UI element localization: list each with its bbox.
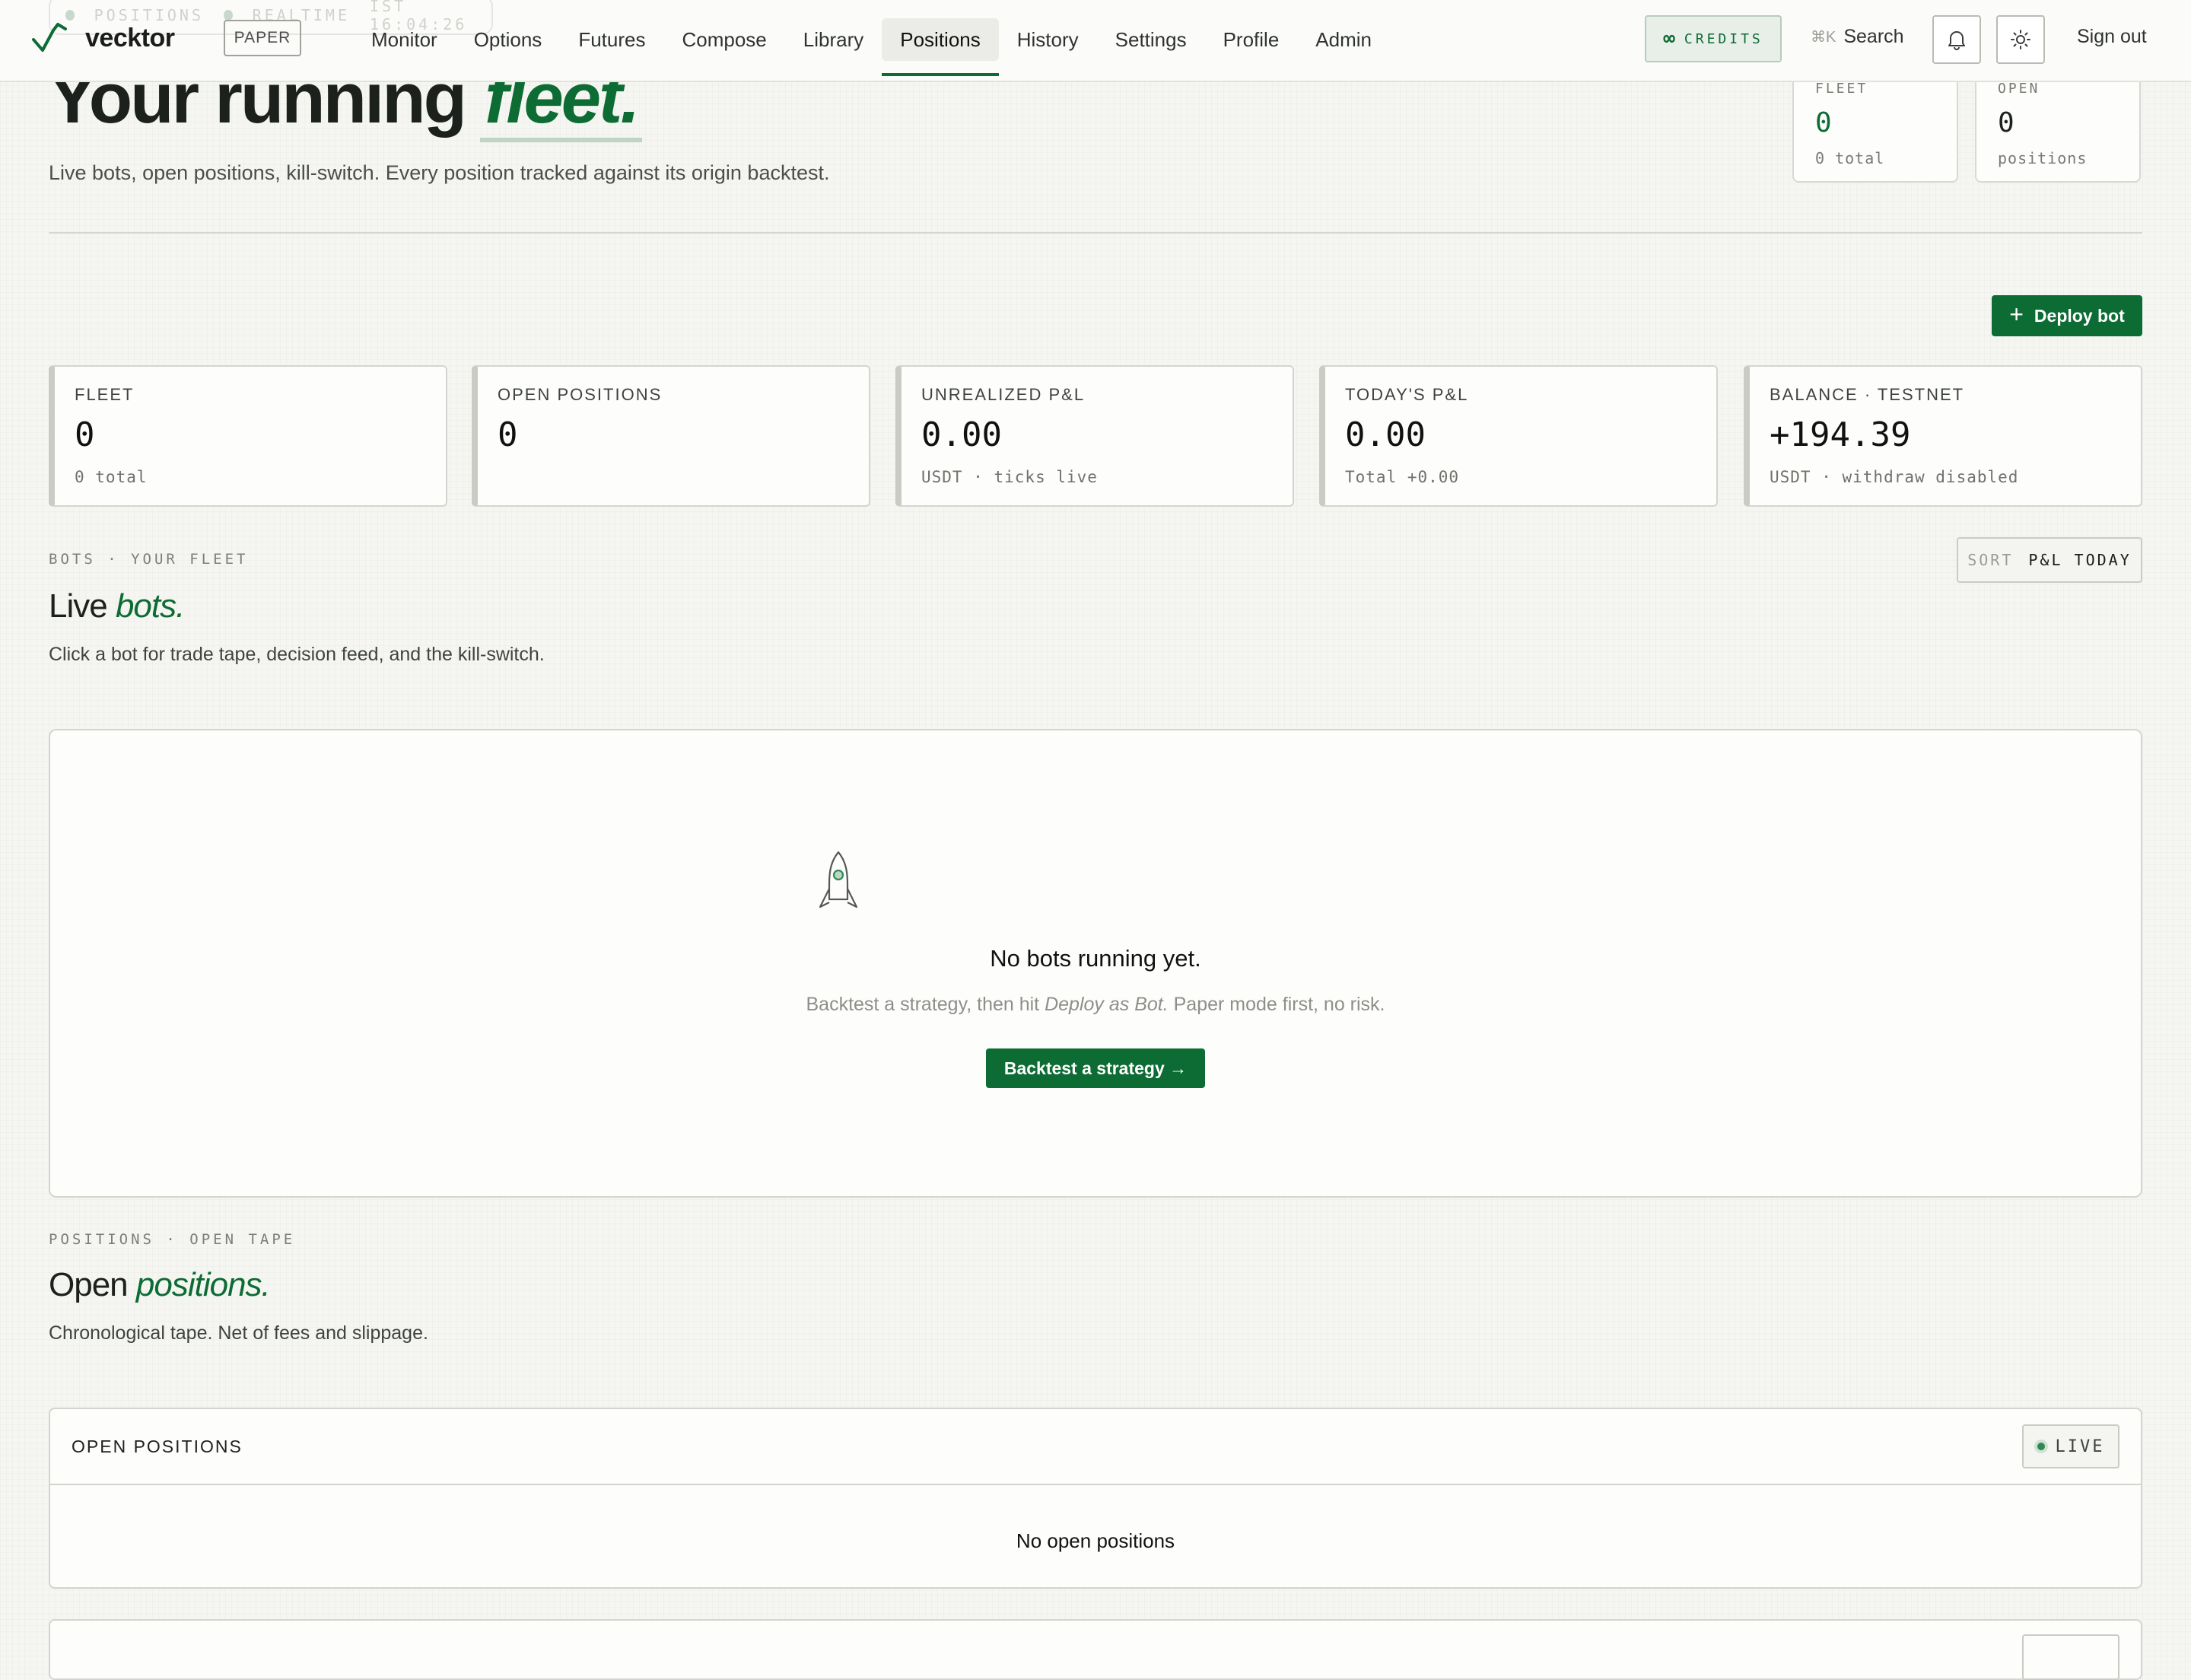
stat-balance: BALANCE · TESTNET +194.39 USDT · withdra…	[1744, 365, 2142, 507]
stat-sub: USDT · withdraw disabled	[1770, 468, 2019, 486]
nav-history[interactable]: History	[999, 18, 1097, 61]
stat-todays-pnl: TODAY'S P&L 0.00 Total +0.00	[1319, 365, 1718, 507]
stat-label: FLEET	[75, 385, 135, 404]
sort-value: P&L TODAY	[2028, 551, 2132, 569]
stat-sub: Total +0.00	[1345, 468, 1460, 486]
hero-fleet-label: FLEET	[1815, 81, 1868, 97]
stat-label: UNREALIZED P&L	[921, 385, 1086, 404]
deploy-bot-button[interactable]: + Deploy bot	[1992, 295, 2142, 336]
nav-admin[interactable]: Admin	[1297, 18, 1390, 61]
live-label: LIVE	[2055, 1437, 2105, 1456]
theme-toggle-button[interactable]	[1996, 15, 2045, 64]
bots-subtitle: Click a bot for trade tape, decision fee…	[49, 644, 545, 665]
brand-logo[interactable]: vecktor	[32, 21, 175, 55]
sun-icon	[2011, 30, 2030, 49]
bots-kicker: BOTS · YOUR FLEET	[49, 551, 249, 568]
bots-title-prefix: Live	[49, 587, 108, 625]
infinity-icon: ∞	[1663, 27, 1675, 50]
stat-label: OPEN POSITIONS	[498, 385, 663, 404]
next-panel	[49, 1619, 2142, 1680]
positions-title-accent: positions.	[135, 1266, 271, 1303]
nav-futures[interactable]: Futures	[560, 18, 663, 61]
live-dot-icon	[2037, 1443, 2045, 1450]
top-nav: POSITIONS REALTIME IST 16:04:26 vecktor …	[0, 0, 2191, 82]
table-header: OPEN POSITIONS LIVE	[50, 1409, 2141, 1485]
nav-links: Monitor Options Futures Compose Library …	[353, 18, 1390, 76]
positions-subtitle: Chronological tape. Net of fees and slip…	[49, 1322, 428, 1344]
nav-compose[interactable]: Compose	[663, 18, 784, 61]
open-positions-table: OPEN POSITIONS LIVE No open positions	[49, 1408, 2142, 1589]
sort-label: SORT	[1967, 551, 2014, 569]
deploy-bot-label: Deploy bot	[2034, 305, 2125, 326]
positions-title-prefix: Open	[49, 1266, 129, 1303]
hero-open-card: OPEN 0 positions	[1975, 73, 2141, 183]
table-title: OPEN POSITIONS	[72, 1437, 243, 1456]
hero-divider	[49, 232, 2142, 234]
stat-unrealized-pnl: UNREALIZED P&L 0.00 USDT · ticks live	[895, 365, 1294, 507]
rocket-icon	[819, 851, 858, 908]
bell-icon	[1948, 31, 1965, 50]
plus-icon: +	[2009, 300, 2024, 328]
stat-value: 0.00	[921, 415, 1002, 454]
backtest-strategy-button[interactable]: Backtest a strategy →	[986, 1048, 1205, 1088]
hero-fleet-sub: 0 total	[1815, 149, 1885, 167]
stat-sub: USDT · ticks live	[921, 468, 1098, 486]
stat-value: 0	[498, 415, 518, 454]
hero-open-value: 0	[1998, 107, 2015, 138]
paper-mode-badge: PAPER	[224, 20, 301, 56]
sort-button[interactable]: SORT P&L TODAY	[1957, 537, 2142, 583]
bots-empty-subtitle: Backtest a strategy, then hit Deploy as …	[0, 994, 2191, 1016]
search-label: Search	[1843, 26, 1904, 47]
page-subtitle: Live bots, open positions, kill-switch. …	[49, 161, 830, 184]
next-panel-button[interactable]	[2022, 1634, 2119, 1680]
live-badge[interactable]: LIVE	[2022, 1424, 2119, 1468]
bots-title: Live bots.	[49, 587, 185, 625]
hero-fleet-card: FLEET 0 0 total	[1792, 73, 1958, 183]
notifications-button[interactable]	[1932, 15, 1981, 64]
nav-options[interactable]: Options	[456, 18, 561, 61]
hero-open-label: OPEN	[1998, 81, 2040, 97]
sign-out-link[interactable]: Sign out	[2077, 26, 2147, 48]
credits-button[interactable]: ∞ CREDITS	[1645, 15, 1782, 62]
stat-open-positions: OPEN POSITIONS 0	[472, 365, 870, 507]
search-button[interactable]: ⌘K Search	[1811, 26, 1904, 48]
realtime-dot-icon	[224, 10, 233, 21]
stat-value: 0	[75, 415, 95, 454]
search-shortcut: ⌘K	[1811, 29, 1836, 46]
brand-name: vecktor	[85, 23, 175, 52]
nav-monitor[interactable]: Monitor	[353, 18, 456, 61]
stat-label: TODAY'S P&L	[1345, 385, 1469, 404]
nav-positions[interactable]: Positions	[882, 18, 999, 76]
stat-sub: 0 total	[75, 468, 148, 486]
stat-label: BALANCE · TESTNET	[1770, 385, 1965, 404]
status-dot-icon	[65, 10, 75, 21]
hero-fleet-value: 0	[1815, 107, 1832, 138]
stat-fleet: FLEET 0 0 total	[49, 365, 447, 507]
bots-empty-title: No bots running yet.	[990, 945, 1201, 972]
nav-settings[interactable]: Settings	[1097, 18, 1205, 61]
stat-value: 0.00	[1345, 415, 1426, 454]
positions-title: Open positions.	[49, 1266, 271, 1304]
hero-open-sub: positions	[1998, 149, 2088, 167]
bots-empty-sub-after: Paper mode first, no risk.	[1173, 994, 1385, 1015]
table-empty-state: No open positions	[1016, 1529, 1175, 1552]
checkmark-logo-icon	[32, 23, 67, 52]
positions-kicker: POSITIONS · OPEN TAPE	[49, 1231, 296, 1248]
bots-empty-sub-em: Deploy as Bot.	[1045, 994, 1169, 1015]
stat-value: +194.39	[1770, 415, 1911, 454]
bots-title-accent: bots.	[115, 587, 185, 625]
nav-profile[interactable]: Profile	[1205, 18, 1298, 61]
bots-empty-sub-before: Backtest a strategy, then hit	[806, 994, 1040, 1015]
nav-library[interactable]: Library	[785, 18, 882, 61]
credits-label: CREDITS	[1684, 30, 1763, 47]
